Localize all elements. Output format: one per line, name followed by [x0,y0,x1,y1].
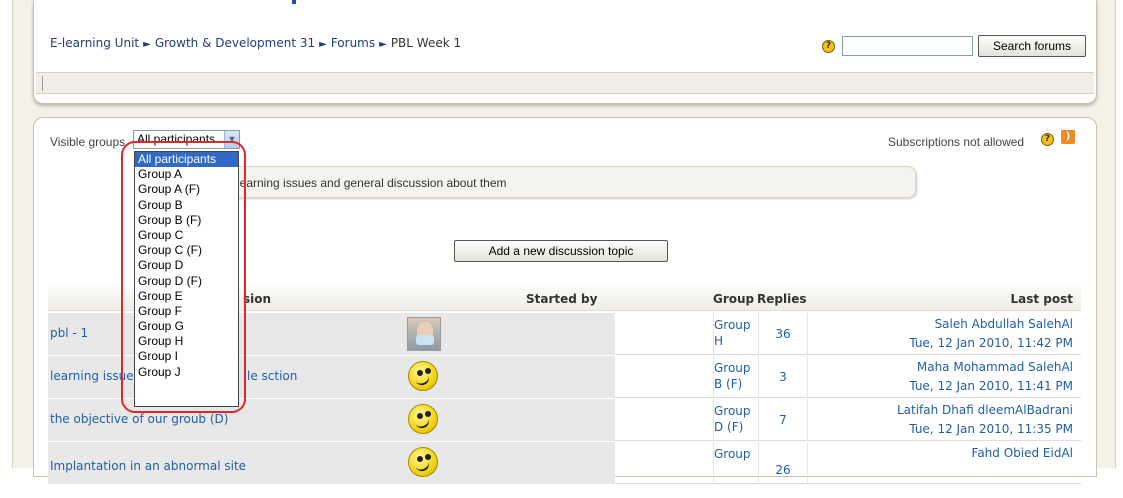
topic-link-right: le sction [247,369,298,383]
avatar-smiley-icon[interactable] [408,404,438,434]
forum-intro-text: learning issues and general discussion a… [237,176,507,190]
logo-fragment [292,0,296,4]
group-name: B (F) [714,377,743,391]
table-row: Implantation in an abnormal site Group 2… [48,442,1081,484]
group-label: Group [714,318,751,332]
breadcrumb-separator-icon: ► [379,39,387,50]
rss-icon[interactable]: ) [1061,130,1075,144]
divider [42,76,43,91]
last-post-author[interactable]: Saleh Abdullah SalehAl [909,315,1073,334]
header-group[interactable]: Group [713,292,754,306]
replies-count[interactable]: 3 [758,356,808,398]
last-post-cell: Fahd Obied EidAl [972,444,1073,463]
topic-cell: Implantation in an abnormal site [48,442,405,484]
replies-count[interactable]: 36 [758,313,808,355]
eye [417,370,423,376]
breadcrumb: E-learning Unit ► Growth & Development 31 ►… [50,36,461,50]
eye [425,454,431,460]
header-last-post[interactable]: Last post [1010,292,1073,306]
avatar-smiley-icon[interactable] [408,361,438,391]
last-post-date[interactable]: Tue, 12 Jan 2010, 11:41 PM [909,377,1073,396]
avatar-smiley-icon[interactable] [408,447,438,477]
last-post-author[interactable]: Latifah Dhafi dleemAlBadrani [897,401,1073,420]
started-by-cell [455,313,615,355]
topic-link[interactable]: the objective of our groub (D) [50,412,228,426]
eye [417,413,423,419]
eye [425,368,431,374]
started-by-cell [455,399,615,441]
mouth [415,417,431,431]
subscriptions-status: Subscriptions not allowed [888,135,1025,149]
group-cell[interactable]: Group H [713,313,758,355]
red-highlight-annotation [121,141,246,413]
breadcrumb-separator-icon: ► [319,39,327,50]
replies-count[interactable]: 26 [758,442,808,484]
breadcrumb-current: PBL Week 1 [390,36,462,50]
group-label: Group [714,447,751,461]
group-name: D (F) [714,420,744,434]
eye [425,411,431,417]
last-post-author[interactable]: Maha Mohammad SalehAl [909,358,1073,377]
group-cell[interactable]: Group D (F) [713,399,758,441]
header-replies[interactable]: Replies [757,292,806,306]
header-started-by[interactable]: Started by [526,292,597,306]
visible-groups-label: Visible groups [50,135,126,149]
breadcrumb-separator-icon: ► [143,39,151,50]
help-icon[interactable]: ? [822,40,835,53]
topic-link[interactable]: pbl - 1 [50,326,88,340]
last-post-cell: Latifah Dhafi dleemAlBadrani Tue, 12 Jan … [897,401,1073,439]
last-post-cell: Saleh Abdullah SalehAl Tue, 12 Jan 2010, … [909,315,1073,353]
last-post-cell: Maha Mohammad SalehAl Tue, 12 Jan 2010, 1… [909,358,1073,396]
eye [417,456,423,462]
replies-count[interactable]: 7 [758,399,808,441]
navigation-bar [36,72,1094,94]
avatar-mask [416,335,434,345]
group-cell[interactable]: Group B (F) [713,356,758,398]
breadcrumb-course[interactable]: Growth & Development 31 [155,36,315,50]
mouth [415,374,431,388]
group-cell[interactable]: Group [713,442,758,484]
started-by-cell [455,442,615,484]
last-post-date[interactable]: Tue, 12 Jan 2010, 11:42 PM [909,334,1073,353]
search-input[interactable] [842,36,973,56]
add-discussion-button[interactable]: Add a new discussion topic [454,240,668,262]
last-post-author[interactable]: Fahd Obied EidAl [972,444,1073,463]
header-discussion[interactable]: sion [243,292,271,306]
topic-link[interactable]: Implantation in an abnormal site [50,459,246,473]
started-by-cell [455,356,615,398]
search-forums-button[interactable]: Search forums [978,35,1086,57]
mouth [415,460,431,474]
last-post-date[interactable]: Tue, 12 Jan 2010, 11:35 PM [897,420,1073,439]
group-name: H [714,334,724,348]
breadcrumb-elearning[interactable]: E-learning Unit [50,36,139,50]
group-label: Group [714,361,751,375]
avatar[interactable] [407,317,441,351]
group-label: Group [714,404,751,418]
breadcrumb-forums[interactable]: Forums [331,36,375,50]
help-icon[interactable]: ? [1041,133,1054,146]
